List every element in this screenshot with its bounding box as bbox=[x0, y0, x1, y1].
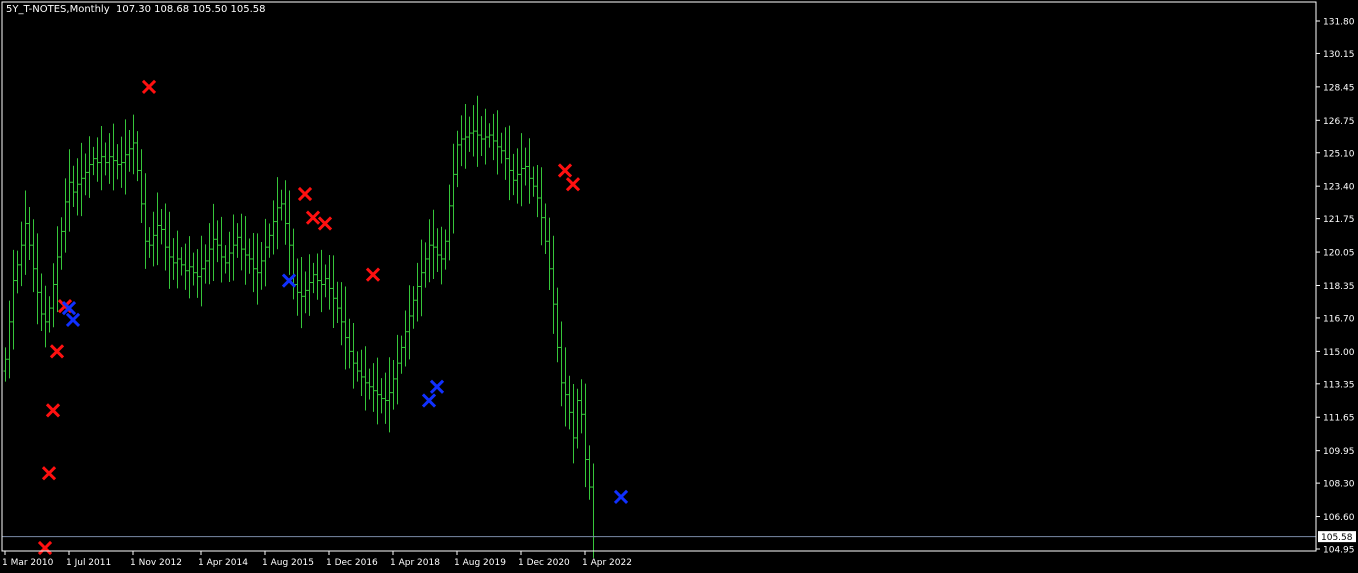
ohlc-values: 107.30 108.68 105.50 105.58 bbox=[115, 4, 266, 15]
time-tick-label: 1 Apr 2014 bbox=[198, 558, 248, 568]
price-tick-label: 126.75 bbox=[1323, 117, 1355, 127]
chart-title: 5Y_T-NOTES,Monthly 107.30 108.68 105.50 … bbox=[6, 4, 265, 15]
price-chart[interactable]: 131.80 130.15 128.45 126.75 125.10 123.40 121.… bbox=[0, 0, 1358, 573]
time-tick-label: 1 Nov 2012 bbox=[130, 558, 182, 568]
time-tick-label: 1 Dec 2016 bbox=[326, 558, 378, 568]
price-tick-label: 125.10 bbox=[1323, 149, 1355, 159]
price-tick-label: 106.60 bbox=[1323, 513, 1355, 523]
symbol-period: 5Y_T-NOTES,Monthly bbox=[6, 4, 110, 15]
price-tick-label: 113.35 bbox=[1323, 380, 1355, 390]
price-tick-label: 109.95 bbox=[1323, 447, 1355, 457]
last-price-tag: 105.58 bbox=[1318, 531, 1356, 543]
time-tick-label: 1 Jul 2011 bbox=[66, 558, 111, 568]
time-tick-label: 1 Dec 2020 bbox=[518, 558, 570, 568]
time-tick-label: 1 Apr 2018 bbox=[390, 558, 440, 568]
time-tick-label: 1 Apr 2022 bbox=[582, 558, 632, 568]
price-tick-label: 123.40 bbox=[1323, 183, 1355, 193]
price-tick-label: 118.35 bbox=[1323, 282, 1355, 292]
last-price-value: 105.58 bbox=[1321, 533, 1353, 543]
price-tick-label: 108.30 bbox=[1323, 480, 1355, 490]
time-tick-label: 1 Aug 2015 bbox=[262, 558, 314, 568]
price-tick-label: 131.80 bbox=[1323, 18, 1355, 28]
price-tick-label: 104.95 bbox=[1323, 546, 1355, 556]
price-tick-label: 116.70 bbox=[1323, 314, 1355, 324]
price-tick-label: 121.75 bbox=[1323, 215, 1355, 225]
chart-background bbox=[0, 0, 1358, 573]
time-tick-label: 1 Mar 2010 bbox=[2, 558, 54, 568]
price-tick-label: 111.65 bbox=[1323, 414, 1355, 424]
price-tick-label: 120.05 bbox=[1323, 249, 1355, 259]
price-tick-label: 128.45 bbox=[1323, 83, 1355, 93]
time-tick-label: 1 Aug 2019 bbox=[454, 558, 506, 568]
price-tick-label: 130.15 bbox=[1323, 50, 1355, 60]
price-tick-label: 115.00 bbox=[1323, 348, 1355, 358]
